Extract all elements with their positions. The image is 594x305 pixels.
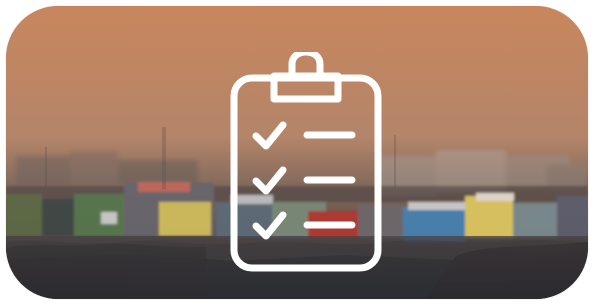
checklist-clipboard-icon bbox=[226, 52, 386, 274]
hero-card bbox=[6, 6, 588, 299]
